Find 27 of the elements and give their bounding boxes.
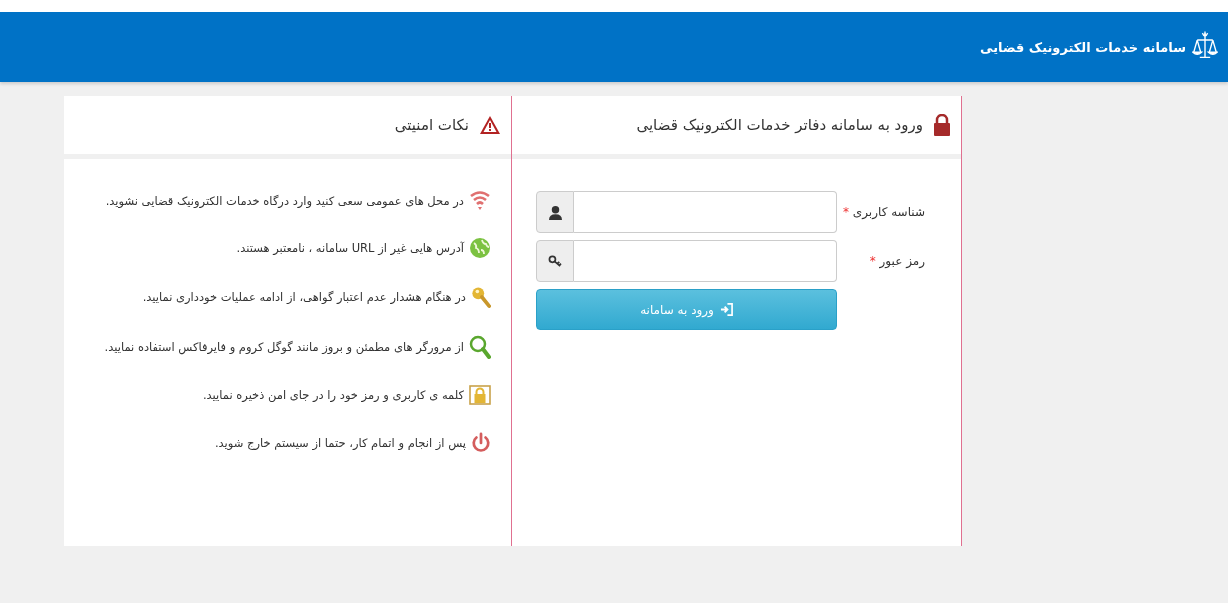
warning-icon <box>479 115 501 135</box>
search-icon <box>469 335 491 359</box>
wifi-icon <box>469 191 491 211</box>
padlock-frame-icon <box>469 385 491 405</box>
tip-text: کلمه ی کاربری و رمز خود را در جای امن ذخیره نمایید. <box>202 388 464 402</box>
tip-text: در هنگام هشدار عدم اعتبار گواهی، از ادامه عملیات خودداری نمایید. <box>142 290 466 304</box>
power-icon <box>471 431 491 455</box>
username-field[interactable] <box>574 191 837 233</box>
required-mark: * <box>843 205 850 219</box>
field-label: شناسه کاربری * <box>842 205 925 219</box>
key-icon <box>471 285 491 309</box>
required-mark: * <box>869 254 876 268</box>
login-button[interactable]: ورود به سامانه <box>536 289 837 330</box>
globe-icon <box>469 237 491 259</box>
tip-text: در محل های عمومی سعی کنید وارد درگاه خدمات الکترونیک قضایی نشوید. <box>105 194 464 208</box>
tip-text: از مرورگر های مطمئن و بروز مانند گوگل کروم و فایرفاکس استفاده نمایید. <box>104 340 464 354</box>
tip-text: آدرس هایی غیر از URL سامانه ، نامعتبر هستند. <box>236 241 464 255</box>
user-icon <box>548 204 562 220</box>
password-field[interactable] <box>574 240 837 282</box>
field-label: رمز عبور * <box>868 254 925 268</box>
key-icon <box>548 255 562 267</box>
panel-title: ورود به سامانه دفاتر خدمات الکترونیک قضایی <box>636 116 923 134</box>
sign-in-icon <box>719 303 733 316</box>
lock-icon <box>933 114 951 136</box>
panel-title: نکات امنیتی <box>394 116 469 134</box>
site-title: سامانه خدمات الکترونیک قضایی <box>980 39 1186 55</box>
tip-text: پس از انجام و اتمام کار، حتما از سیستم خارج شوید. <box>214 436 466 450</box>
